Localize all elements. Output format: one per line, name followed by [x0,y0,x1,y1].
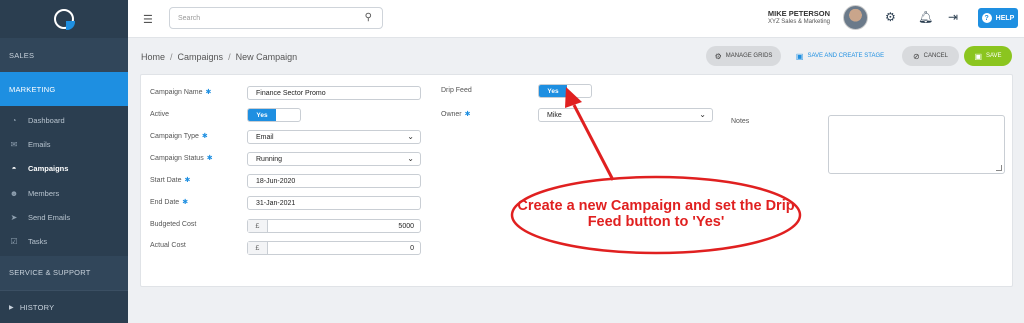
start-date-field[interactable]: 18-Jun-2020 [247,174,421,188]
owner-select[interactable]: Mike ⌄ [538,108,713,122]
search-placeholder: Search [178,14,201,22]
sidebar-item-label: Send Emails [28,212,71,222]
bell-icon[interactable]: 🔔︎ [918,10,933,24]
sidebar-item-members[interactable]: ☻ Members [0,181,128,205]
annotation-text: Create a new Campaign and set the Drip F… [517,198,795,230]
breadcrumb: Home / Campaigns / New Campaign [141,52,298,62]
active-label: Active [150,111,170,118]
search-input[interactable]: Search ⚲ [169,7,383,29]
owner-value: Mike [547,111,562,119]
sidebar-section-marketing[interactable]: MARKETING [0,72,128,106]
campaign-name-field[interactable]: Finance Sector Promo [247,86,421,100]
currency-symbol: £ [248,242,268,254]
sidebar-item-label: Tasks [28,237,48,247]
currency-symbol: £ [248,220,268,232]
cancel-button[interactable]: ⊘ CANCEL [902,46,959,66]
history-label: HISTORY [19,302,55,312]
campaign-icon: ◓ [11,164,17,174]
end-date-field[interactable]: 31-Jan-2021 [247,196,421,210]
dashboard-icon: ◔ [11,115,17,125]
actual-cost-label: Actual Cost [150,242,186,249]
budgeted-cost-label: Budgeted Cost [150,221,197,228]
sidebar-item-tasks[interactable]: ☑ Tasks [0,229,128,253]
save-label: SAVE [986,53,1002,59]
budgeted-cost-field[interactable]: £ 5000 [247,219,421,233]
caret-right-icon: ▶ [9,304,14,311]
user-info[interactable]: MIKE PETERSON XYZ Sales & Marketing [768,9,830,25]
user-company: XYZ Sales & Marketing [767,19,830,25]
avatar[interactable] [843,5,868,30]
actual-cost-field[interactable]: £ 0 [247,241,421,255]
campaign-status-label: Campaign Status ✱ [150,155,213,162]
end-date-label: End Date ✱ [150,199,189,206]
save-button[interactable]: ▣ SAVE [964,46,1012,66]
search-icon[interactable]: ⚲ [365,12,372,23]
sidebar-section-service-support[interactable]: SERVICE & SUPPORT [0,255,128,290]
drip-feed-toggle-on: Yes [539,85,567,97]
active-toggle[interactable]: Yes [247,108,301,122]
campaign-type-value: Email [256,133,274,141]
campaign-status-select[interactable]: Running ⌄ [247,152,421,166]
sidebar-section-history[interactable]: ▶ HISTORY [0,289,128,323]
envelope-icon: ✉ [10,139,18,149]
hamburger-menu-icon[interactable]: ☰ [143,13,153,26]
chevron-down-icon: ⌄ [699,110,706,119]
owner-label: Owner ✱ [441,111,471,118]
active-toggle-on: Yes [248,109,276,121]
send-icon: ➤ [10,212,18,222]
help-label: HELP [995,14,1015,22]
sidebar-item-label: Dashboard [28,115,65,125]
top-bar: ☰ Search ⚲ MIKE PETERSON XYZ Sales & Mar… [128,0,1024,38]
actual-cost-value: 0 [410,244,414,252]
save-and-create-stage-label: SAVE AND CREATE STAGE [807,53,885,59]
logout-icon[interactable]: ⇥ [948,10,958,24]
notes-textarea[interactable] [828,115,1005,174]
sidebar-items: ◔ Dashboard ✉ Emails ◓ Campaigns ☻ Membe… [0,106,128,254]
campaign-name-label: Campaign Name ✱ [150,89,212,96]
sidebar-item-label: Members [28,188,60,198]
tasks-icon: ☑ [10,237,18,247]
chevron-down-icon: ⌄ [407,154,414,163]
floppy-icon: ▣ [974,51,982,61]
app-logo[interactable] [54,9,75,30]
drip-feed-label: Drip Feed [441,87,472,94]
sidebar-item-send-emails[interactable]: ➤ Send Emails [0,205,128,229]
save-and-create-stage-button[interactable]: ▣ SAVE AND CREATE STAGE [786,46,894,66]
breadcrumb-home[interactable]: Home [141,52,165,62]
manage-grids-label: MANAGE GRIDS [725,53,773,59]
sidebar: SALES MARKETING ◔ Dashboard ✉ Emails ◓ C… [0,0,128,323]
sidebar-item-campaigns[interactable]: ◓ Campaigns [0,157,128,181]
question-icon: ? [981,13,992,23]
gear-icon: ⚙ [714,51,722,61]
chevron-down-icon: ⌄ [407,132,414,141]
campaign-form-card: Campaign Name ✱ Finance Sector Promo Acti… [140,74,1013,287]
logo-area [0,0,128,38]
campaign-type-label: Campaign Type ✱ [150,133,208,140]
floppy-icon: ▣ [795,51,804,61]
sidebar-item-emails[interactable]: ✉ Emails [0,132,128,156]
members-icon: ☻ [9,188,19,198]
breadcrumb-current: New Campaign [235,52,298,62]
start-date-label: Start Date ✱ [150,177,191,184]
campaign-status-value: Running [256,155,283,163]
notes-label: Notes [731,118,750,125]
user-name: MIKE PETERSON [767,9,830,18]
sidebar-item-label: Emails [28,139,51,149]
cancel-label: CANCEL [923,53,949,59]
help-button[interactable]: ? HELP [978,8,1018,28]
campaign-type-select[interactable]: Email ⌄ [247,130,421,144]
manage-grids-button[interactable]: ⚙ MANAGE GRIDS [706,46,781,66]
budgeted-cost-value: 5000 [398,222,414,230]
cancel-icon: ⊘ [912,51,920,61]
sidebar-item-label: Campaigns [28,164,69,174]
settings-gears-icon[interactable]: ⚙ [885,10,896,24]
drip-feed-toggle[interactable]: Yes [538,84,592,98]
breadcrumb-campaigns[interactable]: Campaigns [178,52,224,62]
sidebar-section-sales[interactable]: SALES [0,38,128,72]
sidebar-item-dashboard[interactable]: ◔ Dashboard [0,108,128,132]
